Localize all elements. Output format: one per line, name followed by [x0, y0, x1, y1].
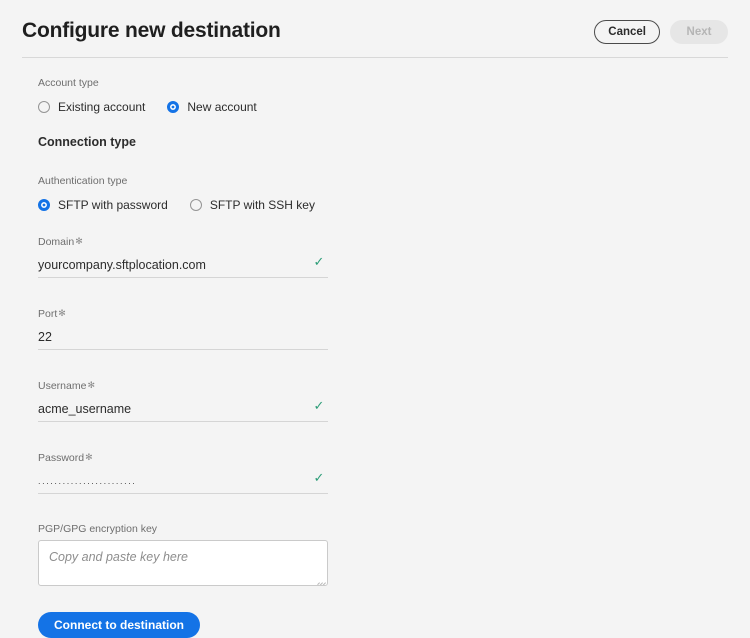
- domain-input[interactable]: yourcompany.sftplocation.com ✓: [38, 253, 328, 278]
- required-asterisk-icon: ✻: [75, 236, 83, 246]
- header-actions: Cancel Next: [594, 20, 728, 44]
- page-title: Configure new destination: [22, 19, 281, 42]
- radio-checked-icon: [38, 199, 50, 211]
- username-label: Username✻: [38, 378, 328, 393]
- radio-existing-account[interactable]: Existing account: [38, 100, 145, 114]
- radio-sftp-password-label: SFTP with password: [58, 198, 168, 212]
- authentication-type-radio-group: SFTP with password SFTP with SSH key: [38, 198, 378, 212]
- radio-sftp-password[interactable]: SFTP with password: [38, 198, 168, 212]
- pgp-key-field: PGP/GPG encryption key Copy and paste ke…: [38, 522, 378, 586]
- account-type-radio-group: Existing account New account: [38, 100, 378, 114]
- connect-to-destination-button[interactable]: Connect to destination: [38, 612, 200, 638]
- port-field: Port✻ 22: [38, 306, 328, 350]
- next-button[interactable]: Next: [670, 20, 728, 44]
- pgp-key-label: PGP/GPG encryption key: [38, 523, 158, 535]
- header-divider: [22, 57, 728, 58]
- radio-new-account-label: New account: [187, 100, 257, 114]
- username-input[interactable]: acme_username ✓: [38, 397, 328, 422]
- page-header: Configure new destination Cancel Next: [0, 0, 750, 58]
- username-value: acme_username: [38, 402, 132, 416]
- radio-sftp-ssh-key[interactable]: SFTP with SSH key: [189, 198, 315, 212]
- check-icon: ✓: [313, 470, 325, 485]
- domain-value: yourcompany.sftplocation.com: [38, 258, 206, 272]
- required-asterisk-icon: ✻: [85, 452, 93, 462]
- domain-label-text: Domain: [38, 236, 75, 248]
- check-icon: ✓: [313, 398, 325, 413]
- check-icon: ✓: [313, 254, 325, 269]
- radio-unchecked-icon: [38, 101, 50, 113]
- required-asterisk-icon: ✻: [58, 308, 66, 318]
- configure-destination-page: Configure new destination Cancel Next Ac…: [0, 0, 750, 638]
- username-label-text: Username: [38, 380, 87, 392]
- radio-new-account[interactable]: New account: [167, 100, 257, 114]
- radio-unchecked-icon: [189, 199, 202, 211]
- radio-sftp-ssh-key-label: SFTP with SSH key: [209, 198, 315, 212]
- port-value: 22: [38, 330, 52, 344]
- connection-type-heading: Connection type: [38, 135, 136, 149]
- resize-handle-icon[interactable]: [316, 574, 326, 585]
- radio-checked-icon: [167, 101, 180, 113]
- destination-form: Account type Existing account New accoun…: [38, 76, 378, 638]
- password-label-text: Password: [38, 452, 85, 464]
- domain-field: Domain✻ yourcompany.sftplocation.com ✓: [38, 234, 328, 278]
- password-input[interactable]: ........................ ✓: [38, 469, 328, 494]
- password-value: ........................: [38, 476, 137, 486]
- cancel-button[interactable]: Cancel: [594, 20, 660, 44]
- port-input[interactable]: 22: [38, 325, 328, 350]
- port-label-text: Port: [38, 308, 58, 320]
- pgp-key-placeholder: Copy and paste key here: [49, 550, 188, 564]
- username-field: Username✻ acme_username ✓: [38, 378, 328, 422]
- password-label: Password✻: [38, 450, 328, 465]
- port-label: Port✻: [38, 306, 328, 321]
- pgp-key-textarea[interactable]: Copy and paste key here: [38, 540, 328, 586]
- radio-existing-account-label: Existing account: [58, 100, 146, 114]
- authentication-type-label: Authentication type: [38, 175, 128, 187]
- account-type-label: Account type: [38, 77, 99, 89]
- domain-label: Domain✻: [38, 234, 328, 249]
- required-asterisk-icon: ✻: [87, 380, 95, 390]
- password-field: Password✻ ........................ ✓: [38, 450, 328, 494]
